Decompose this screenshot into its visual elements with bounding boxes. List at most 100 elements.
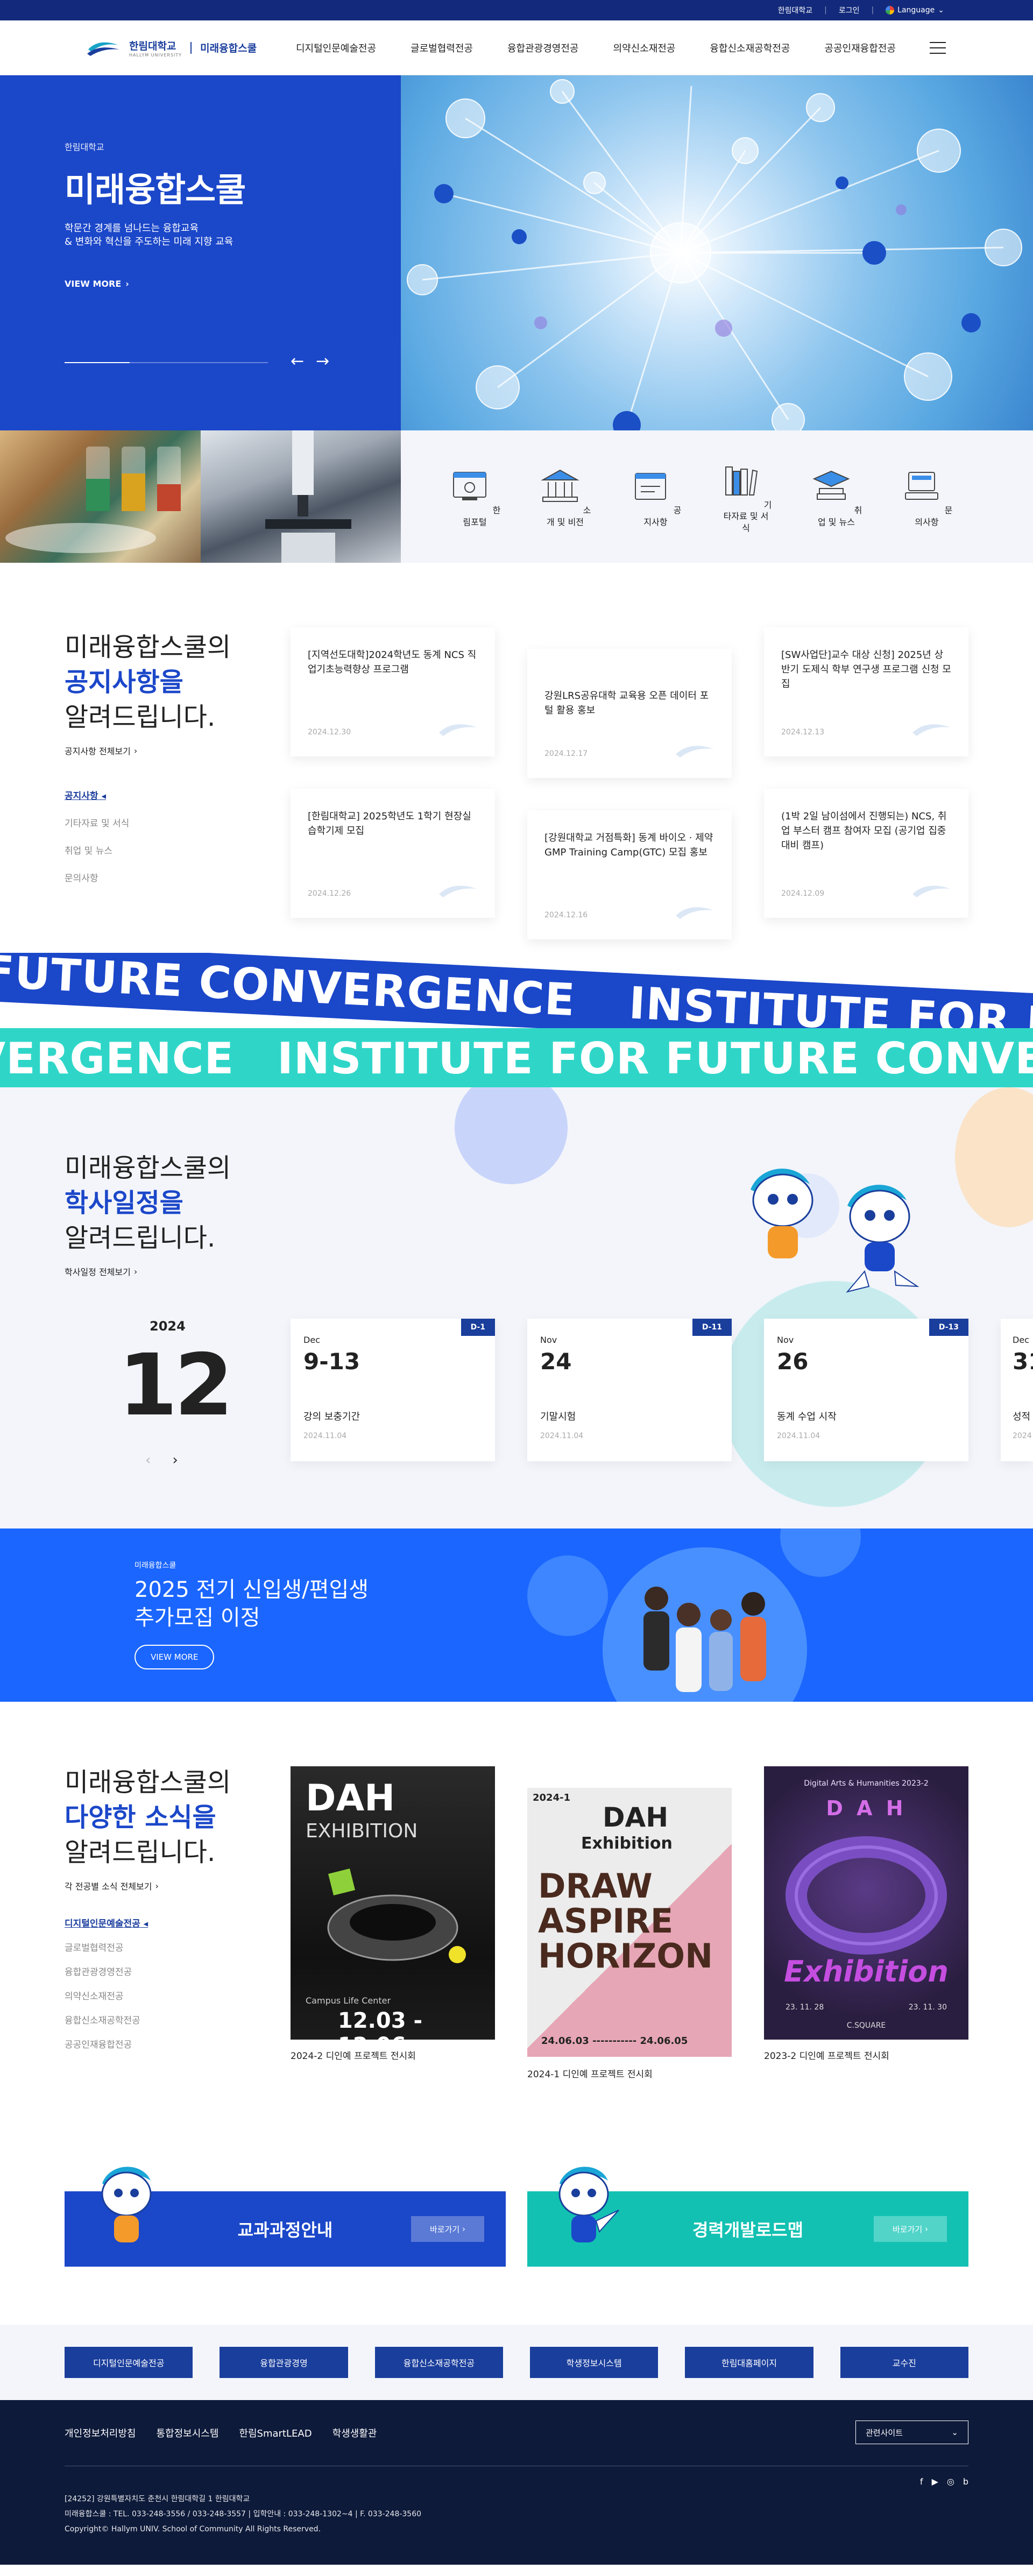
quick-resources[interactable]: 기타자료 및 서식 bbox=[720, 459, 773, 534]
banner-go-button[interactable]: 바로가기 › bbox=[411, 2216, 484, 2242]
nav-item[interactable]: 글로벌협력전공 bbox=[411, 41, 473, 55]
arrow-left-icon[interactable]: ← bbox=[291, 352, 304, 371]
notice-card[interactable]: [한림대학교] 2025학년도 1학기 현장실습학기제 모집 2024.12.26 bbox=[291, 789, 495, 918]
quick-label: 소개 및 비전 bbox=[546, 505, 591, 527]
shortcut-button[interactable]: 학생정보시스템 bbox=[530, 2347, 659, 2378]
chevron-right-icon: › bbox=[133, 1266, 138, 1277]
notice-title: [강원대학교 거점특화] 동계 바이오 · 제약 GMP Training Ca… bbox=[544, 832, 713, 858]
notice-title: [지역선도대학]2024학년도 동계 NCS 직업기초능력향상 프로그램 bbox=[308, 649, 477, 675]
schedule-card[interactable]: D-11 Nov 24 기말시험 2024.11.04 bbox=[527, 1319, 732, 1461]
notice-date: 2024.12.30 bbox=[308, 728, 351, 737]
util-link-hallym[interactable]: 한림대학교 bbox=[778, 5, 812, 16]
nav-item[interactable]: 융합신소재공학전공 bbox=[710, 41, 790, 55]
shortcut-button[interactable]: 교수진 bbox=[840, 2347, 968, 2378]
notice-card[interactable]: [SW사업단]교수 대상 신청] 2025년 상반기 도제식 학부 연구생 프로… bbox=[764, 627, 968, 756]
academic-view-all-link[interactable]: 학사일정 전체보기 › bbox=[65, 1265, 231, 1278]
notice-card[interactable]: (1박 2일 남이섬에서 진행되는) NCS, 취업 부스터 캠프 참여자 모집… bbox=[764, 789, 968, 918]
notice-date: 2024.12.17 bbox=[544, 749, 588, 758]
news-poster[interactable]: Digital Arts & Humanities 2023-2 D A H E… bbox=[764, 1766, 968, 2040]
schedule-day: 9-13 bbox=[303, 1348, 360, 1375]
poster-dates: 24.06.03 ----------- 24.06.05 bbox=[541, 2035, 688, 2047]
news-tab[interactable]: 공공인재융합전공 bbox=[65, 2037, 231, 2050]
news-tab[interactable]: 융합관광경영전공 bbox=[65, 1964, 231, 1978]
blog-icon[interactable]: b bbox=[963, 2476, 968, 2487]
marquee-text: INSTITUTE FOR FUTURE CONVERGENCE bbox=[0, 953, 577, 1026]
logo-name: 한림대학교 bbox=[129, 40, 176, 52]
hero-subtitle: 학문간 경계를 넘나드는 융합교육 & 변화와 혁신을 주도하는 미래 지향 교… bbox=[65, 223, 234, 248]
notice-view-all-link[interactable]: 공지사항 전체보기 › bbox=[65, 744, 231, 757]
notice-card[interactable]: [강원대학교 거점특화] 동계 바이오 · 제약 GMP Training Ca… bbox=[527, 810, 732, 939]
menu-icon[interactable] bbox=[930, 42, 946, 54]
notice-date: 2024.12.09 bbox=[781, 889, 825, 898]
quick-notice[interactable]: 공지사항 bbox=[629, 465, 682, 528]
shortcut-button[interactable]: 디지털인문예술전공 bbox=[65, 2347, 193, 2378]
schedule-card[interactable]: D-13 Nov 26 동계 수업 시작 2024.11.04 bbox=[764, 1319, 968, 1461]
shortcut-button[interactable]: 한림대홈페이지 bbox=[685, 2347, 813, 2378]
nav-item[interactable]: 의약신소재전공 bbox=[613, 41, 675, 55]
quick-inquiry[interactable]: 문의사항 bbox=[901, 465, 953, 528]
schedule-month: Dec bbox=[1013, 1335, 1029, 1345]
notice-tab[interactable]: 문의사항 bbox=[65, 871, 231, 884]
site-logo[interactable]: 한림대학교 HALLYM UNIVERSITY 미래융합스쿨 bbox=[86, 37, 291, 59]
youtube-icon[interactable]: ▶ bbox=[932, 2476, 938, 2487]
chevron-right-icon: › bbox=[125, 279, 129, 289]
footer-link[interactable]: 학생생활관 bbox=[332, 2426, 377, 2440]
instagram-icon[interactable]: ◎ bbox=[947, 2476, 954, 2487]
arrow-right-icon[interactable]: → bbox=[316, 352, 329, 371]
banner-go-button[interactable]: 바로가기 › bbox=[874, 2216, 947, 2242]
facebook-icon[interactable]: f bbox=[920, 2476, 923, 2487]
nav-item[interactable]: 공공인재융합전공 bbox=[824, 41, 895, 55]
nav-item[interactable]: 융합관광경영전공 bbox=[507, 41, 578, 55]
footer-link[interactable]: 통합정보시스템 bbox=[156, 2426, 218, 2440]
news-tab[interactable]: 융합신소재공학전공 bbox=[65, 2013, 231, 2026]
footer-link[interactable]: 개인정보처리방침 bbox=[65, 2426, 136, 2440]
quick-vision[interactable]: 소개 및 비전 bbox=[539, 465, 592, 528]
poster-art bbox=[327, 1869, 466, 1963]
hero-view-more-link[interactable]: VIEW MORE › bbox=[65, 279, 401, 289]
notice-tab[interactable]: 기타자료 및 서식 bbox=[65, 816, 231, 829]
poster-place: C.SQUARE bbox=[846, 2021, 886, 2030]
schedule-card[interactable]: Dec 31 성적 2024 bbox=[1001, 1319, 1033, 1461]
util-link-login[interactable]: 로그인 bbox=[839, 5, 860, 16]
news-tab[interactable]: 글로벌협력전공 bbox=[65, 1940, 231, 1954]
hero-title: 미래융합스쿨 bbox=[65, 170, 246, 209]
footer-link[interactable]: 한림SmartLEAD bbox=[239, 2426, 312, 2440]
poster-date-start: 23. 11. 28 bbox=[786, 2003, 824, 2012]
notice-heading: 미래융합스쿨의 공지사항을 알려드립니다. bbox=[65, 632, 231, 732]
poster-big: DAH bbox=[306, 1777, 395, 1820]
shortcut-button[interactable]: 융합관광경영 bbox=[220, 2347, 348, 2378]
news-tab[interactable]: 의약신소재전공 bbox=[65, 1988, 231, 2002]
hero-panel: 한림대학교 미래융합스쿨 학문간 경계를 넘나드는 융합교육 & 변화와 혁신을… bbox=[0, 75, 401, 430]
chevron-left-icon[interactable]: ‹ bbox=[145, 1452, 151, 1468]
news-tab[interactable]: 디지털인문예술전공 ◂ bbox=[65, 1916, 231, 1929]
quick-label: 기타자료 및 서식 bbox=[723, 499, 772, 533]
quick-label: 문의사항 bbox=[915, 505, 953, 527]
logo-school: 미래융합스쿨 bbox=[200, 43, 257, 54]
quick-label: 한림포털 bbox=[463, 505, 501, 527]
poster-big: DAH bbox=[603, 1802, 669, 1833]
marquee-text: INSTITUTE FOR FUTURE CONVERGENCE bbox=[0, 1033, 235, 1084]
schedule-card[interactable]: D-1 Dec 9-13 강의 보충기간 2024.11.04 bbox=[291, 1319, 495, 1461]
chevron-right-icon[interactable]: › bbox=[172, 1452, 178, 1468]
related-sites-select[interactable]: 관련사이트 ⌄ bbox=[855, 2421, 968, 2444]
news-view-all-link[interactable]: 각 전공별 소식 전체보기 › bbox=[65, 1879, 231, 1892]
news-poster[interactable]: 2024-1 DAH Exhibition DRAW ASPIRE HORIZO… bbox=[527, 1788, 732, 2057]
nav-item[interactable]: 디지털인문예술전공 bbox=[296, 41, 376, 55]
news-poster[interactable]: DAH EXHIBITION Campus Life Center 12.03 … bbox=[291, 1766, 495, 2058]
poster-head: Digital Arts & Humanities 2023-2 bbox=[804, 1779, 929, 1788]
schedule-day: 26 bbox=[777, 1348, 809, 1375]
schedule-posted: 2024.11.04 bbox=[540, 1432, 584, 1440]
notice-tab[interactable]: 취업 및 뉴스 bbox=[65, 843, 231, 857]
notice-card[interactable]: 강원LRS공유대학 교육용 오픈 데이터 포털 활용 홍보 2024.12.17 bbox=[527, 649, 732, 778]
shortcut-button[interactable]: 융합신소재공학전공 bbox=[374, 2347, 503, 2378]
hero-image bbox=[401, 75, 1033, 430]
quick-portal[interactable]: 한림포털 bbox=[449, 465, 501, 528]
notice-tab[interactable]: 공지사항 ◂ bbox=[65, 788, 231, 802]
language-selector[interactable]: Language ⌄ bbox=[886, 6, 944, 15]
wave-icon bbox=[912, 724, 950, 736]
students-illustration bbox=[643, 1587, 766, 1692]
notice-card[interactable]: [지역선도대학]2024학년도 동계 NCS 직업기초능력향상 프로그램 2024… bbox=[291, 627, 495, 756]
quick-jobs[interactable]: 취업 및 뉴스 bbox=[810, 465, 863, 528]
schedule-month: Nov bbox=[540, 1335, 557, 1345]
recruit-view-more-button[interactable]: VIEW MORE bbox=[135, 1645, 215, 1669]
